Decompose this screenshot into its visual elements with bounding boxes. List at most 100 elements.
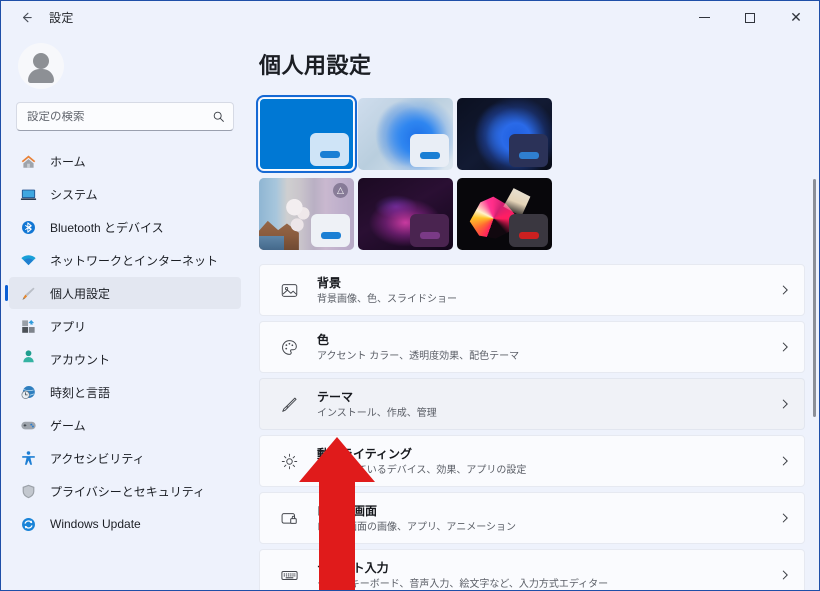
palette-icon	[276, 334, 302, 360]
sidebar-item-label: Windows Update	[50, 517, 141, 531]
picture-icon	[276, 277, 302, 303]
update-icon	[18, 514, 38, 534]
chevron-right-icon	[779, 398, 791, 410]
minimize-button[interactable]	[681, 1, 727, 34]
settings-row-text: 背景 背景画像、色、スライドショー	[317, 274, 457, 307]
window-title: 設定	[49, 11, 74, 25]
sidebar-item-privacy-security[interactable]: プライバシーとセキュリティ	[9, 475, 241, 507]
sidebar-item-gaming[interactable]: ゲーム	[9, 409, 241, 441]
close-button[interactable]: ✕	[773, 1, 819, 34]
settings-row-subtitle: 接続されているデバイス、効果、アプリの設定	[317, 464, 527, 476]
system-icon	[18, 184, 38, 204]
chevron-right-icon	[779, 512, 791, 524]
user-avatar-icon[interactable]	[18, 43, 64, 89]
theme-taskbar-preview	[509, 214, 548, 247]
sidebar-item-label: アクセシビリティ	[50, 451, 145, 466]
theme-taskbar-preview	[311, 214, 350, 247]
sidebar-item-label: ネットワークとインターネット	[50, 253, 219, 268]
chevron-right-icon	[779, 569, 791, 581]
settings-row-text-input[interactable]: テキスト入力 タッチ キーボード、音声入力、絵文字など、入力方式エディター	[259, 549, 805, 591]
lighting-icon	[276, 448, 302, 474]
sidebar-item-label: アカウント	[50, 352, 111, 367]
settings-row-text: ロック画面 ロック画面の画像、アプリ、アニメーション	[317, 502, 516, 535]
sidebar-item-system[interactable]: システム	[9, 178, 241, 210]
settings-list: 背景 背景画像、色、スライドショー 色 アクセント カラー、透明度効果、配色テー…	[259, 264, 805, 591]
sidebar-item-bluetooth[interactable]: Bluetooth とデバイス	[9, 211, 241, 243]
sidebar-item-apps[interactable]: アプリ	[9, 310, 241, 342]
theme-thumbnail[interactable]	[358, 178, 453, 250]
account-icon	[18, 349, 38, 369]
keyboard-icon	[276, 562, 302, 588]
theme-taskbar-preview	[410, 134, 449, 167]
minimize-icon	[698, 17, 710, 18]
apps-icon	[18, 316, 38, 336]
back-button[interactable]	[11, 5, 41, 31]
close-icon: ✕	[790, 9, 802, 26]
sidebar-item-label: ホーム	[50, 154, 86, 169]
shield-icon	[18, 481, 38, 501]
home-icon	[18, 151, 38, 171]
theme-thumbnail[interactable]	[457, 178, 552, 250]
lockscreen-icon	[276, 505, 302, 531]
clock-globe-icon	[18, 382, 38, 402]
sidebar-item-label: Bluetooth とデバイス	[50, 220, 164, 235]
settings-row-subtitle: タッチ キーボード、音声入力、絵文字など、入力方式エディター	[317, 578, 609, 590]
sidebar-item-time-language[interactable]: 時刻と言語	[9, 376, 241, 408]
paintbrush-icon	[18, 283, 38, 303]
theme-taskbar-pill	[518, 232, 539, 239]
theme-gallery: △	[256, 95, 559, 250]
theme-taskbar-pill	[419, 152, 440, 159]
sidebar-item-network[interactable]: ネットワークとインターネット	[9, 244, 241, 276]
theme-thumbnail[interactable]: △	[259, 178, 354, 250]
search-box[interactable]	[16, 102, 234, 131]
theme-taskbar-pill	[320, 232, 341, 239]
theme-taskbar-preview	[509, 134, 548, 167]
settings-row-themes[interactable]: テーマ インストール、作成、管理	[259, 378, 805, 430]
theme-taskbar-pill	[518, 152, 539, 159]
search-icon[interactable]	[212, 110, 225, 123]
settings-row-background[interactable]: 背景 背景画像、色、スライドショー	[259, 264, 805, 316]
sidebar-item-label: 個人用設定	[50, 286, 111, 301]
scrollbar-thumb[interactable]	[813, 179, 816, 417]
settings-row-subtitle: インストール、作成、管理	[317, 407, 437, 419]
chevron-right-icon	[779, 284, 791, 296]
settings-row-text: テーマ インストール、作成、管理	[317, 388, 437, 421]
sidebar-item-label: 時刻と言語	[50, 385, 111, 400]
sidebar-item-accounts[interactable]: アカウント	[9, 343, 241, 375]
avatar-container[interactable]	[2, 34, 248, 89]
search-input[interactable]	[27, 110, 212, 123]
settings-row-title: 色	[317, 332, 330, 347]
theme-taskbar-preview	[410, 214, 449, 247]
sidebar-item-label: ゲーム	[50, 418, 86, 433]
settings-row-subtitle: ロック画面の画像、アプリ、アニメーション	[317, 521, 516, 533]
theme-thumbnail[interactable]	[358, 98, 453, 170]
settings-row-text: 色 アクセント カラー、透明度効果、配色テーマ	[317, 331, 519, 364]
maximize-button[interactable]	[727, 1, 773, 34]
maximize-icon	[745, 12, 755, 23]
sidebar-item-windows-update[interactable]: Windows Update	[9, 508, 241, 540]
settings-row-dynamic-lighting[interactable]: 動的ライティング 接続されているデバイス、効果、アプリの設定	[259, 435, 805, 487]
settings-row-title: ロック画面	[317, 503, 378, 518]
sidebar-item-home[interactable]: ホーム	[9, 145, 241, 177]
sidebar-item-label: アプリ	[50, 319, 87, 334]
settings-row-lock-screen[interactable]: ロック画面 ロック画面の画像、アプリ、アニメーション	[259, 492, 805, 544]
avatar-body	[28, 69, 54, 83]
gamepad-icon	[18, 415, 38, 435]
settings-row-colors[interactable]: 色 アクセント カラー、透明度効果、配色テーマ	[259, 321, 805, 373]
sidebar-item-personalization[interactable]: 個人用設定	[5, 277, 241, 309]
sidebar-nav: ホーム システム Bluetooth とデバイス ネットワークとインターネット …	[2, 145, 248, 540]
theme-taskbar-pill	[419, 232, 440, 239]
sidebar-item-accessibility[interactable]: アクセシビリティ	[9, 442, 241, 474]
settings-row-title: 動的ライティング	[317, 446, 413, 461]
sidebar: ホーム システム	[2, 34, 248, 590]
theme-art-detail	[285, 193, 315, 239]
page-title: 個人用設定	[259, 53, 372, 78]
sidebar-item-label: プライバシーとセキュリティ	[50, 484, 206, 499]
chevron-right-icon	[779, 455, 791, 467]
theme-thumbnail[interactable]	[457, 98, 552, 170]
settings-row-title: 背景	[317, 275, 342, 290]
theme-thumbnail[interactable]	[256, 95, 357, 173]
settings-row-subtitle: 背景画像、色、スライドショー	[317, 293, 457, 305]
content-scrollbar[interactable]	[813, 179, 816, 586]
settings-row-text: テキスト入力 タッチ キーボード、音声入力、絵文字など、入力方式エディター	[317, 559, 608, 591]
